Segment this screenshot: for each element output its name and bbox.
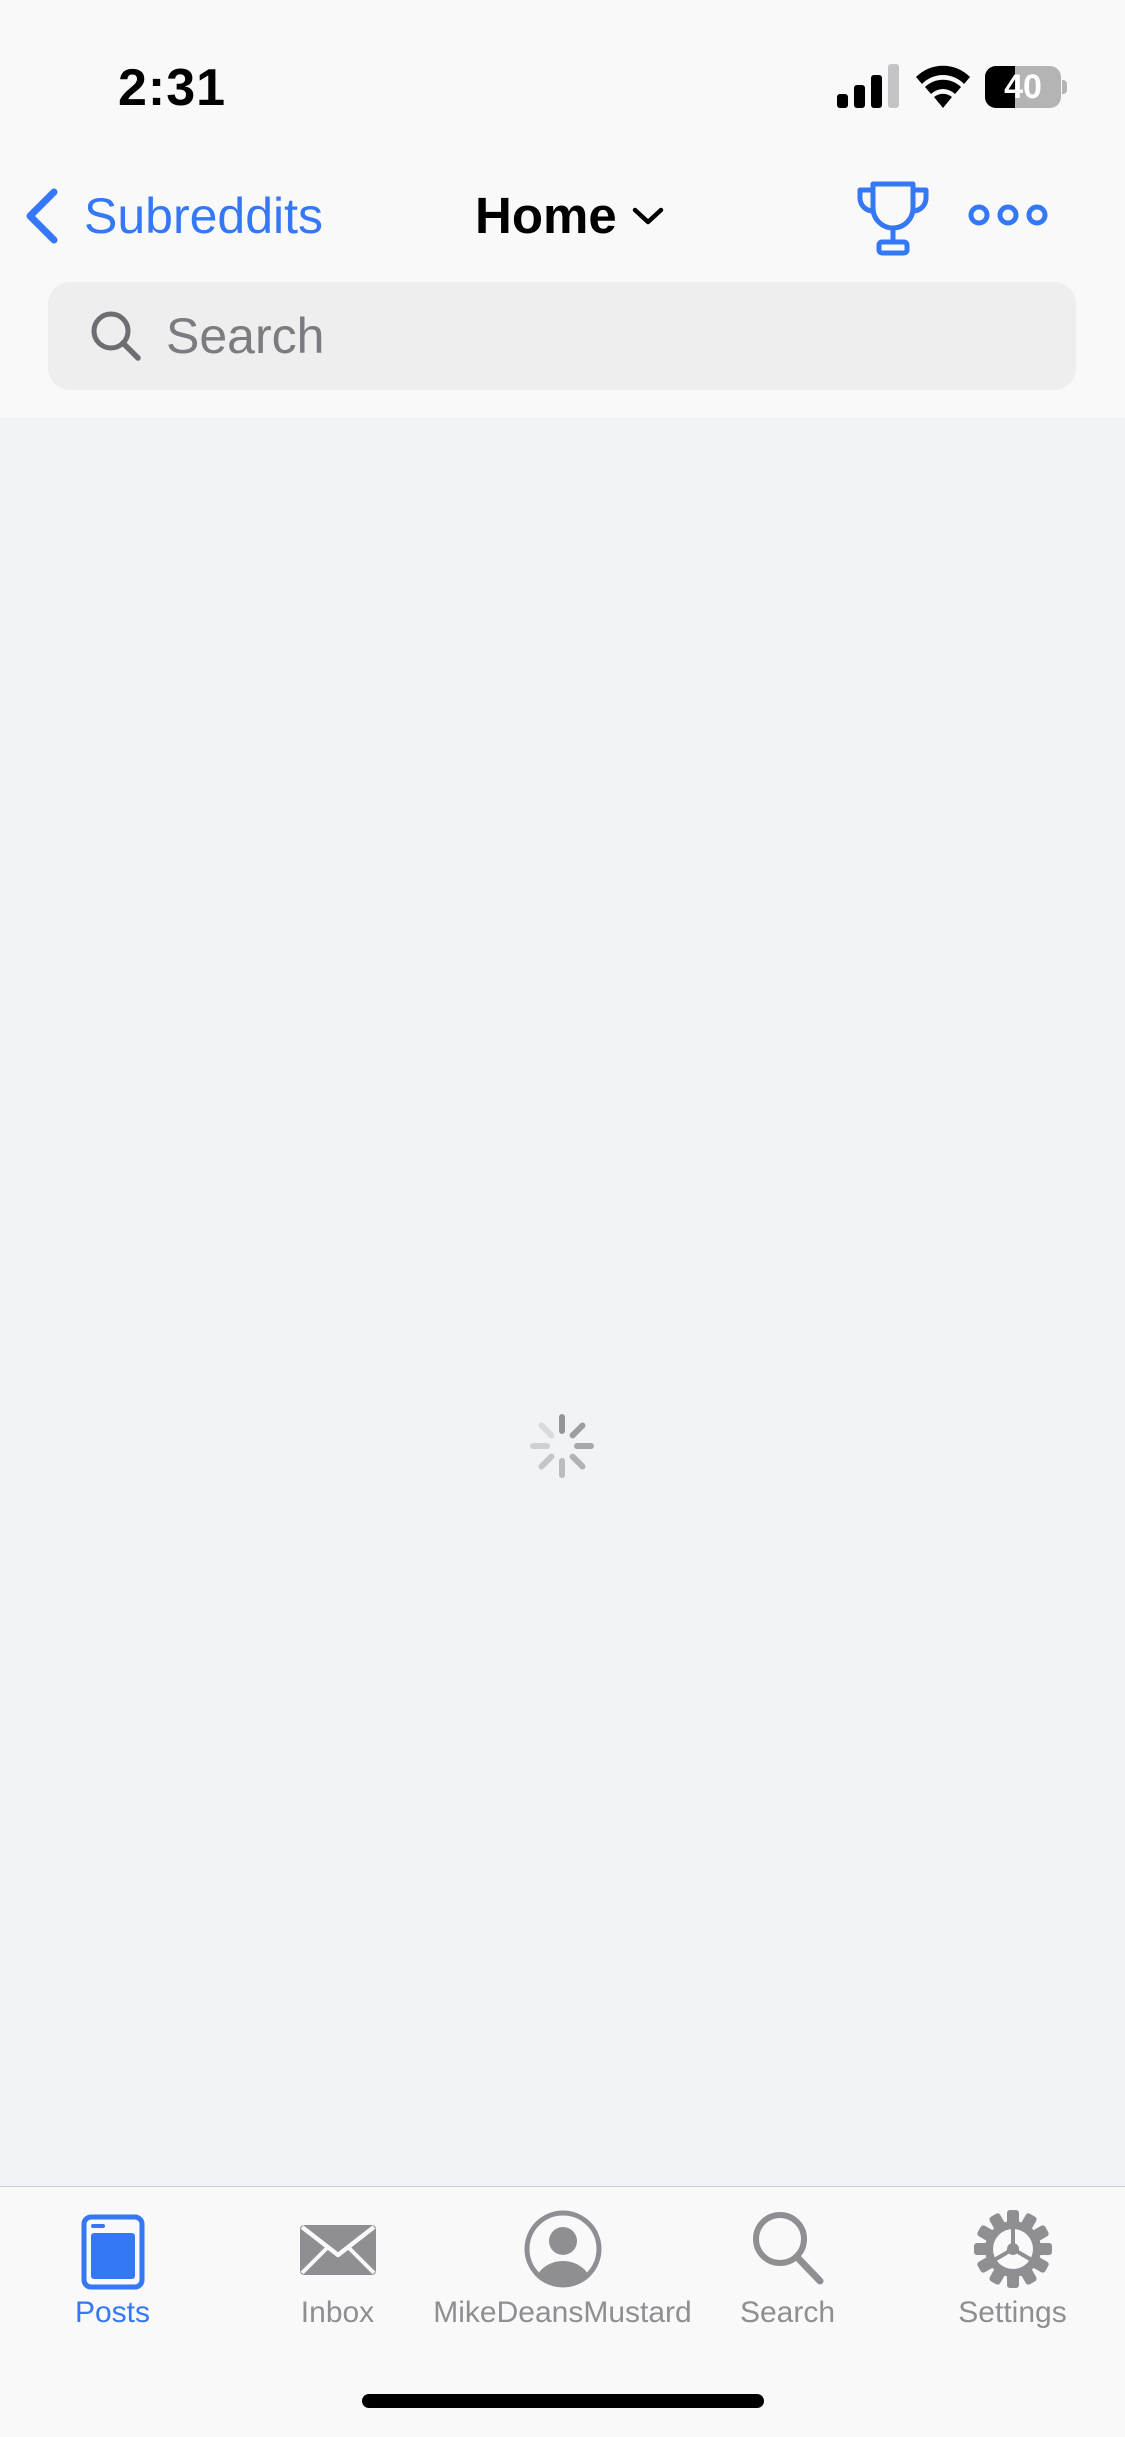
search-icon (752, 2212, 823, 2285)
trophy-icon[interactable] (855, 178, 931, 258)
cellular-signal-icon (837, 64, 899, 108)
gear-icon (973, 2210, 1052, 2288)
tab-bar: Posts Inbox MikeDeansMustard Search Sett… (0, 2186, 1125, 2437)
tab-settings[interactable]: Settings (900, 2187, 1125, 2347)
tab-profile[interactable]: MikeDeansMustard (433, 2187, 692, 2347)
posts-icon (81, 2214, 144, 2290)
tab-label-settings: Settings (958, 2296, 1067, 2329)
back-chevron-icon (26, 188, 58, 244)
home-indicator (362, 2394, 764, 2408)
wifi-icon (916, 65, 970, 108)
tab-posts[interactable]: Posts (0, 2187, 225, 2347)
back-button-label: Subreddits (84, 188, 324, 244)
feed-title-dropdown[interactable]: Home (475, 180, 665, 252)
battery-indicator: 40 (985, 66, 1067, 108)
battery-cap (1062, 80, 1067, 94)
chevron-down-icon (632, 207, 663, 225)
ellipsis-icon[interactable] (968, 196, 1048, 234)
tab-search[interactable]: Search (675, 2187, 900, 2347)
search-input[interactable] (166, 307, 1026, 365)
battery-body: 40 (985, 66, 1061, 108)
tab-inbox[interactable]: Inbox (225, 2187, 450, 2347)
back-button-subreddits[interactable]: Subreddits (22, 180, 323, 252)
status-time: 2:31 (118, 59, 227, 117)
search-bar[interactable] (48, 282, 1076, 390)
loading-spinner-icon (530, 1414, 594, 1478)
battery-level: 40 (1004, 68, 1042, 106)
envelope-icon (299, 2225, 376, 2275)
page-title: Home (475, 187, 617, 244)
magnifying-glass-icon (91, 311, 141, 361)
profile-icon (524, 2210, 601, 2288)
